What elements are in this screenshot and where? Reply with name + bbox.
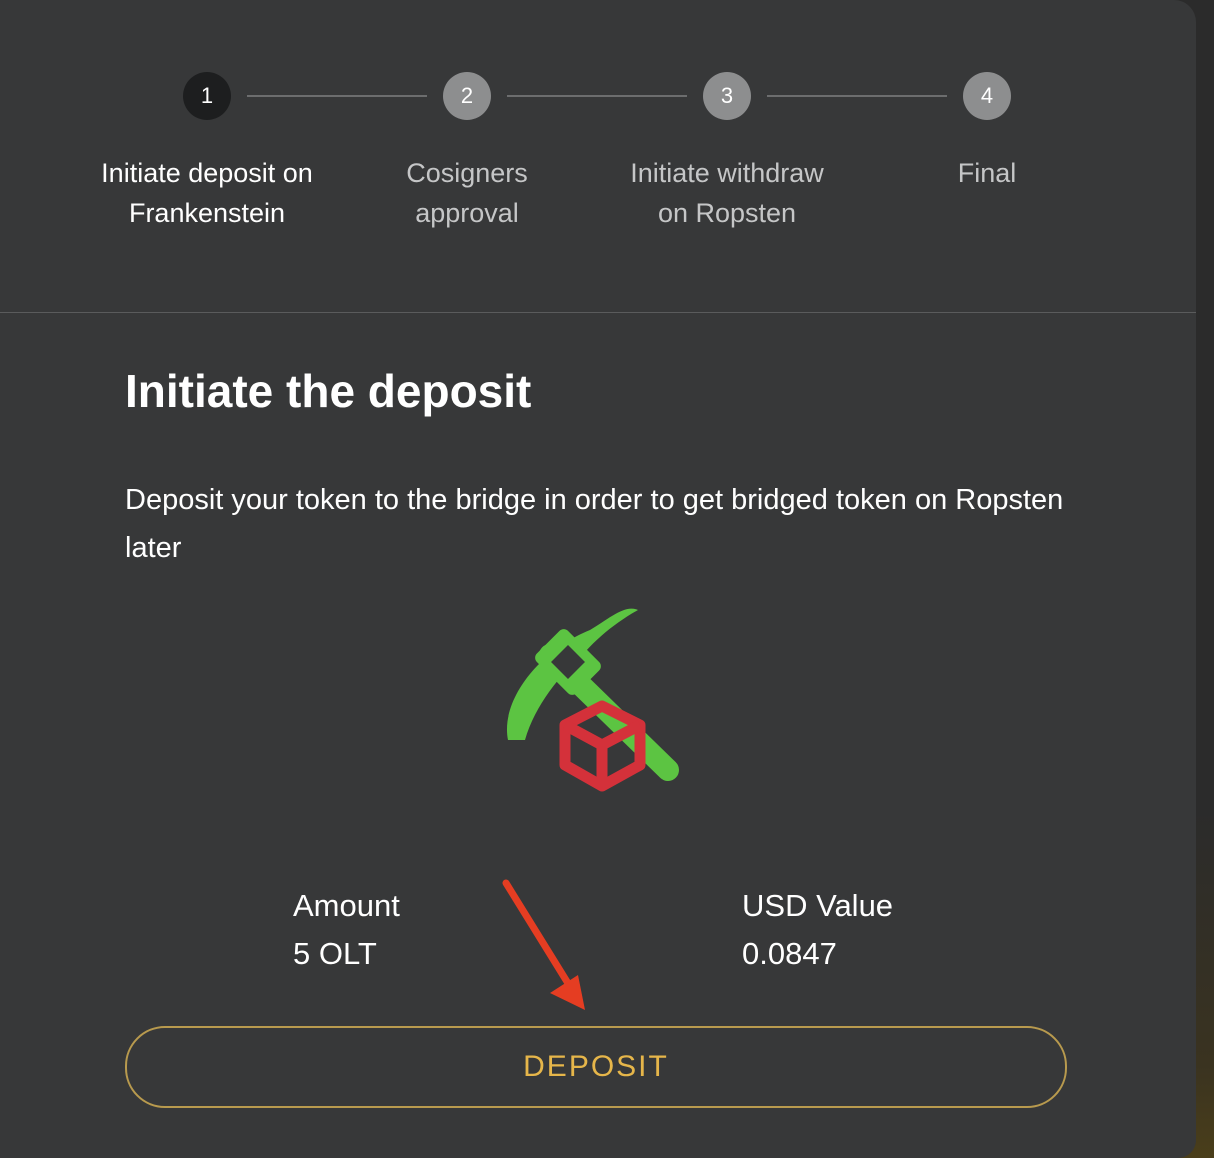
- usd-value: 0.0847: [742, 936, 837, 971]
- step-3-label: Initiate withdraw on Ropsten: [597, 153, 857, 233]
- amount-label: Amount: [293, 888, 400, 923]
- step-4-label-line1: Final: [957, 158, 1017, 188]
- deposit-description: Deposit your token to the bridge in orde…: [125, 484, 1064, 564]
- annotation-arrow-icon: [502, 879, 585, 1010]
- step-4-number: 4: [980, 83, 994, 108]
- step-4-label: Final: [857, 153, 1117, 193]
- step-connector-2: [507, 95, 687, 97]
- step-3-label-line2: on Ropsten: [657, 198, 797, 228]
- step-2-number: 2: [460, 83, 474, 108]
- step-2-label-line1: Cosigners: [406, 158, 528, 188]
- amount-value: 5 OLT: [293, 936, 377, 971]
- section-divider: [0, 312, 1196, 313]
- step-2-indicator: 2: [443, 72, 491, 120]
- page-title: Initiate the deposit: [125, 365, 532, 417]
- step-3-label-line1: Initiate withdraw: [630, 158, 824, 188]
- step-1-label: Initiate deposit on Frankenstein: [77, 153, 337, 233]
- pickaxe-block-icon: [506, 608, 679, 792]
- step-1-indicator: 1: [183, 72, 231, 120]
- step-3-number: 3: [720, 83, 734, 108]
- step-4-indicator: 4: [963, 72, 1011, 120]
- step-1-number: 1: [200, 83, 214, 108]
- bridge-panel: 1 2 3 4 Initiate deposit on Frankenstein…: [0, 0, 1196, 1158]
- step-1-label-line1: Initiate deposit on: [101, 158, 313, 188]
- step-2-label-line2: approval: [415, 198, 519, 228]
- step-connector-3: [767, 95, 947, 97]
- step-connector-1: [247, 95, 427, 97]
- deposit-button[interactable]: DEPOSIT: [125, 1026, 1067, 1108]
- usd-value-label: USD Value: [742, 888, 894, 923]
- step-3-indicator: 3: [703, 72, 751, 120]
- step-1-label-line2: Frankenstein: [128, 198, 286, 228]
- step-2-label: Cosigners approval: [337, 153, 597, 233]
